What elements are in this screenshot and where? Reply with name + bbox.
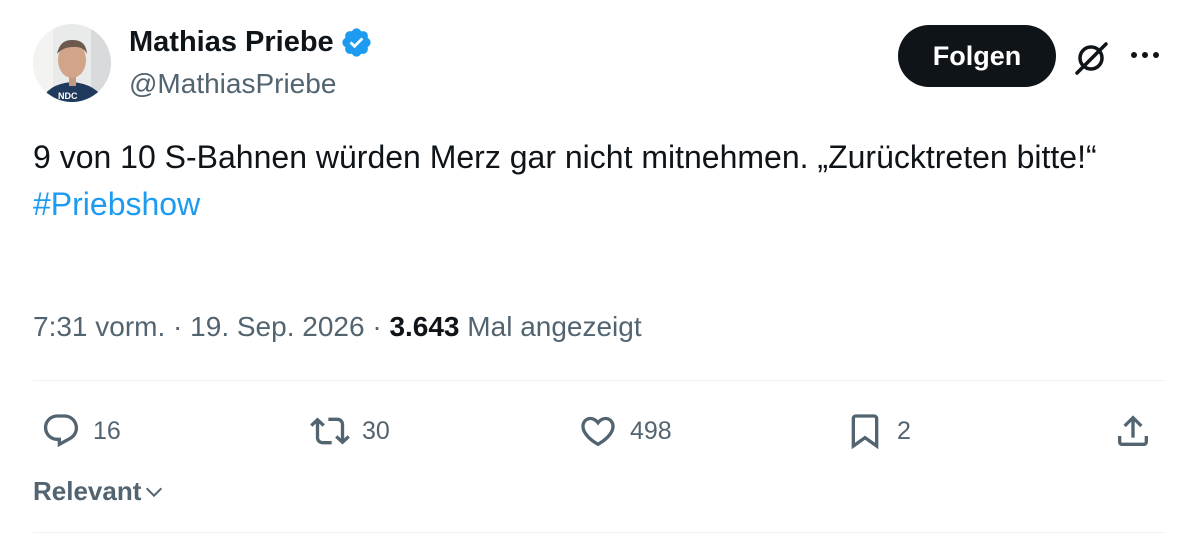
avatar-photo: NDC — [33, 24, 111, 102]
tweet-date[interactable]: 19. Sep. 2026 — [190, 311, 364, 342]
bookmark-icon — [851, 414, 879, 450]
follow-button[interactable]: Folgen — [898, 25, 1056, 87]
tweet-text: 9 von 10 S-Bahnen würden Merz gar nicht … — [33, 134, 1153, 228]
like-button[interactable]: 498 — [578, 408, 672, 454]
tweet-meta: 7:31 vorm. · 19. Sep. 2026 · 3.643 Mal a… — [33, 311, 642, 343]
avatar[interactable]: NDC — [33, 24, 111, 102]
meta-separator: · — [364, 311, 390, 342]
divider — [33, 380, 1164, 381]
reply-count: 16 — [93, 416, 121, 445]
bookmark-count: 2 — [897, 416, 911, 445]
bookmark-button[interactable]: 2 — [845, 408, 911, 454]
like-icon — [581, 416, 615, 447]
author-name-row[interactable]: Mathias Priebe — [129, 26, 373, 59]
repost-button[interactable]: 30 — [310, 408, 390, 454]
share-icon — [1118, 415, 1148, 446]
repost-icon — [310, 417, 350, 445]
tweet-time[interactable]: 7:31 vorm. — [33, 311, 165, 342]
grok-icon[interactable] — [1071, 38, 1111, 78]
tweet-body: 9 von 10 S-Bahnen würden Merz gar nicht … — [33, 139, 1097, 175]
avatar-shirt-text: NDC — [58, 91, 78, 101]
like-count: 498 — [630, 416, 672, 445]
reply-icon — [43, 414, 79, 448]
verified-badge-icon[interactable] — [340, 26, 373, 59]
reply-button[interactable]: 16 — [41, 408, 121, 454]
views-label: Mal angezeigt — [459, 311, 642, 342]
more-icon[interactable] — [1128, 45, 1162, 65]
divider — [33, 532, 1164, 533]
author-handle[interactable]: @MathiasPriebe — [129, 68, 336, 100]
meta-separator: · — [165, 311, 191, 342]
views-count[interactable]: 3.643 — [389, 311, 459, 342]
hashtag-link[interactable]: #Priebshow — [33, 181, 1153, 228]
repost-count: 30 — [362, 416, 390, 445]
sort-label: Relevant — [33, 476, 142, 506]
chevron-down-icon — [146, 487, 163, 497]
sort-replies-dropdown[interactable]: Relevant — [33, 476, 165, 507]
author-name[interactable]: Mathias Priebe — [129, 26, 334, 59]
share-button[interactable] — [1113, 408, 1153, 454]
